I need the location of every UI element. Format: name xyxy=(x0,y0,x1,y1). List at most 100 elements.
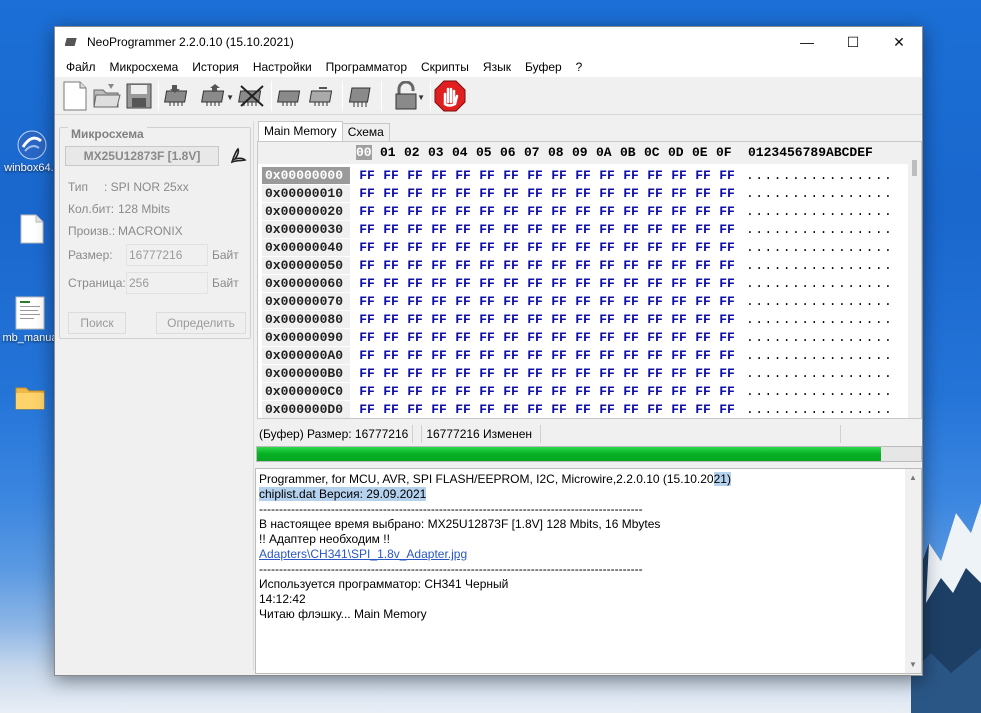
hex-byte[interactable]: FF xyxy=(572,186,594,201)
hex-byte[interactable]: FF xyxy=(572,402,594,417)
hex-byte[interactable]: FF xyxy=(500,294,522,309)
hex-byte[interactable]: FF xyxy=(596,366,618,381)
hex-byte[interactable]: FF xyxy=(380,258,402,273)
hex-byte[interactable]: FF xyxy=(620,348,642,363)
hex-byte[interactable]: FF xyxy=(668,330,690,345)
hex-byte[interactable]: FF xyxy=(404,240,426,255)
hex-byte[interactable]: FF xyxy=(668,222,690,237)
hex-byte[interactable]: FF xyxy=(380,222,402,237)
hex-editor[interactable]: 00 01 02 03 04 05 06 07 08 09 0A 0B 0C 0D 0E 0F 01234567… xyxy=(257,141,922,419)
hex-byte[interactable]: FF xyxy=(716,168,738,183)
menu-chip[interactable]: Микросхема xyxy=(103,60,186,74)
log-panel[interactable]: Programmer, for MCU, AVR, SPI FLASH/EEPR… xyxy=(255,468,922,674)
menu-programmer[interactable]: Программатор xyxy=(319,60,414,74)
hex-byte[interactable]: FF xyxy=(500,222,522,237)
hex-byte[interactable]: FF xyxy=(716,222,738,237)
hex-byte[interactable]: FF xyxy=(404,294,426,309)
hex-byte[interactable]: FF xyxy=(452,276,474,291)
hex-byte[interactable]: FF xyxy=(452,240,474,255)
hex-byte[interactable]: FF xyxy=(500,276,522,291)
hex-byte[interactable]: FF xyxy=(692,294,714,309)
hex-byte[interactable]: FF xyxy=(380,402,402,417)
hex-byte[interactable]: FF xyxy=(380,330,402,345)
hex-byte[interactable]: FF xyxy=(356,204,378,219)
tab-schema[interactable]: Схема xyxy=(341,123,390,141)
hex-byte[interactable]: FF xyxy=(620,276,642,291)
hex-byte[interactable]: FF xyxy=(476,348,498,363)
hex-byte[interactable]: FF xyxy=(596,222,618,237)
hex-byte[interactable]: FF xyxy=(356,366,378,381)
hex-byte[interactable]: FF xyxy=(380,204,402,219)
hex-byte[interactable]: FF xyxy=(692,312,714,327)
hex-byte[interactable]: FF xyxy=(620,204,642,219)
hex-byte[interactable]: FF xyxy=(548,384,570,399)
hex-byte[interactable]: FF xyxy=(620,312,642,327)
write-chip-button[interactable]: ▼ xyxy=(194,79,236,113)
hex-byte[interactable]: FF xyxy=(404,366,426,381)
hex-byte[interactable]: FF xyxy=(692,222,714,237)
search-button[interactable]: Поиск xyxy=(68,312,126,334)
hex-byte[interactable]: FF xyxy=(668,312,690,327)
hex-byte[interactable]: FF xyxy=(548,348,570,363)
detect-button[interactable]: Определить xyxy=(156,312,246,334)
hex-byte[interactable]: FF xyxy=(428,312,450,327)
hex-byte[interactable]: FF xyxy=(668,402,690,417)
scroll-down-icon[interactable]: ▼ xyxy=(909,660,917,669)
log-link[interactable]: Adapters\CH341\SPI_1.8v_Adapter.jpg xyxy=(259,547,467,562)
hex-byte[interactable]: FF xyxy=(692,204,714,219)
hex-byte[interactable]: FF xyxy=(716,348,738,363)
hex-byte[interactable]: FF xyxy=(428,186,450,201)
hex-row[interactable]: 0x00000050 FF FF FF FF FF FF FF FF FF FF FF FF FF FF FF… xyxy=(258,257,908,275)
hex-byte[interactable]: FF xyxy=(692,384,714,399)
hex-byte[interactable]: FF xyxy=(668,168,690,183)
hex-row[interactable]: 0x00000040 FF FF FF FF FF FF FF FF FF FF FF FF FF FF FF… xyxy=(258,239,908,257)
hex-byte[interactable]: FF xyxy=(620,168,642,183)
close-button[interactable]: ✕ xyxy=(876,27,922,57)
hex-byte[interactable]: FF xyxy=(644,312,666,327)
hex-byte[interactable]: FF xyxy=(596,186,618,201)
hex-byte[interactable]: FF xyxy=(572,222,594,237)
hex-byte[interactable]: FF xyxy=(452,330,474,345)
read-chip-button[interactable] xyxy=(162,79,194,113)
hex-byte[interactable]: FF xyxy=(524,168,546,183)
hex-byte[interactable]: FF xyxy=(596,294,618,309)
hex-byte[interactable]: FF xyxy=(644,276,666,291)
open-file-button[interactable] xyxy=(91,79,123,113)
hex-byte[interactable]: FF xyxy=(524,294,546,309)
hex-byte[interactable]: FF xyxy=(548,186,570,201)
hex-byte[interactable]: FF xyxy=(548,240,570,255)
hex-byte[interactable]: FF xyxy=(572,384,594,399)
hex-byte[interactable]: FF xyxy=(668,294,690,309)
hex-byte[interactable]: FF xyxy=(644,186,666,201)
hex-byte[interactable]: FF xyxy=(644,204,666,219)
hex-byte[interactable]: FF xyxy=(524,186,546,201)
hex-byte[interactable]: FF xyxy=(380,168,402,183)
hex-byte[interactable]: FF xyxy=(356,168,378,183)
hex-byte[interactable]: FF xyxy=(476,240,498,255)
dropdown-arrow-icon[interactable]: ▼ xyxy=(417,93,425,102)
hex-row[interactable]: 0x000000A0 FF FF FF FF FF FF FF FF FF FF FF FF FF FF FF… xyxy=(258,347,908,365)
log-scrollbar[interactable]: ▲ ▼ xyxy=(905,469,921,673)
hex-byte[interactable]: FF xyxy=(428,294,450,309)
hex-byte[interactable]: FF xyxy=(692,168,714,183)
hex-byte[interactable]: FF xyxy=(668,258,690,273)
hex-byte[interactable]: FF xyxy=(644,240,666,255)
menu-language[interactable]: Язык xyxy=(476,60,518,74)
hex-byte[interactable]: FF xyxy=(428,222,450,237)
hex-byte[interactable]: FF xyxy=(500,312,522,327)
hex-byte[interactable]: FF xyxy=(428,384,450,399)
hex-byte[interactable]: FF xyxy=(404,330,426,345)
hex-byte[interactable]: FF xyxy=(668,366,690,381)
hex-byte[interactable]: FF xyxy=(404,312,426,327)
minimize-button[interactable]: — xyxy=(784,27,830,57)
new-file-button[interactable] xyxy=(59,79,91,113)
hex-byte[interactable]: FF xyxy=(356,258,378,273)
hex-byte[interactable]: FF xyxy=(428,168,450,183)
hex-byte[interactable]: FF xyxy=(428,204,450,219)
hex-byte[interactable]: FF xyxy=(356,330,378,345)
hex-row[interactable]: 0x00000060 FF FF FF FF FF FF FF FF FF FF FF FF FF FF FF… xyxy=(258,275,908,293)
hex-byte[interactable]: FF xyxy=(476,402,498,417)
hex-byte[interactable]: FF xyxy=(644,330,666,345)
menu-file[interactable]: Файл xyxy=(59,60,103,74)
hex-byte[interactable]: FF xyxy=(596,168,618,183)
